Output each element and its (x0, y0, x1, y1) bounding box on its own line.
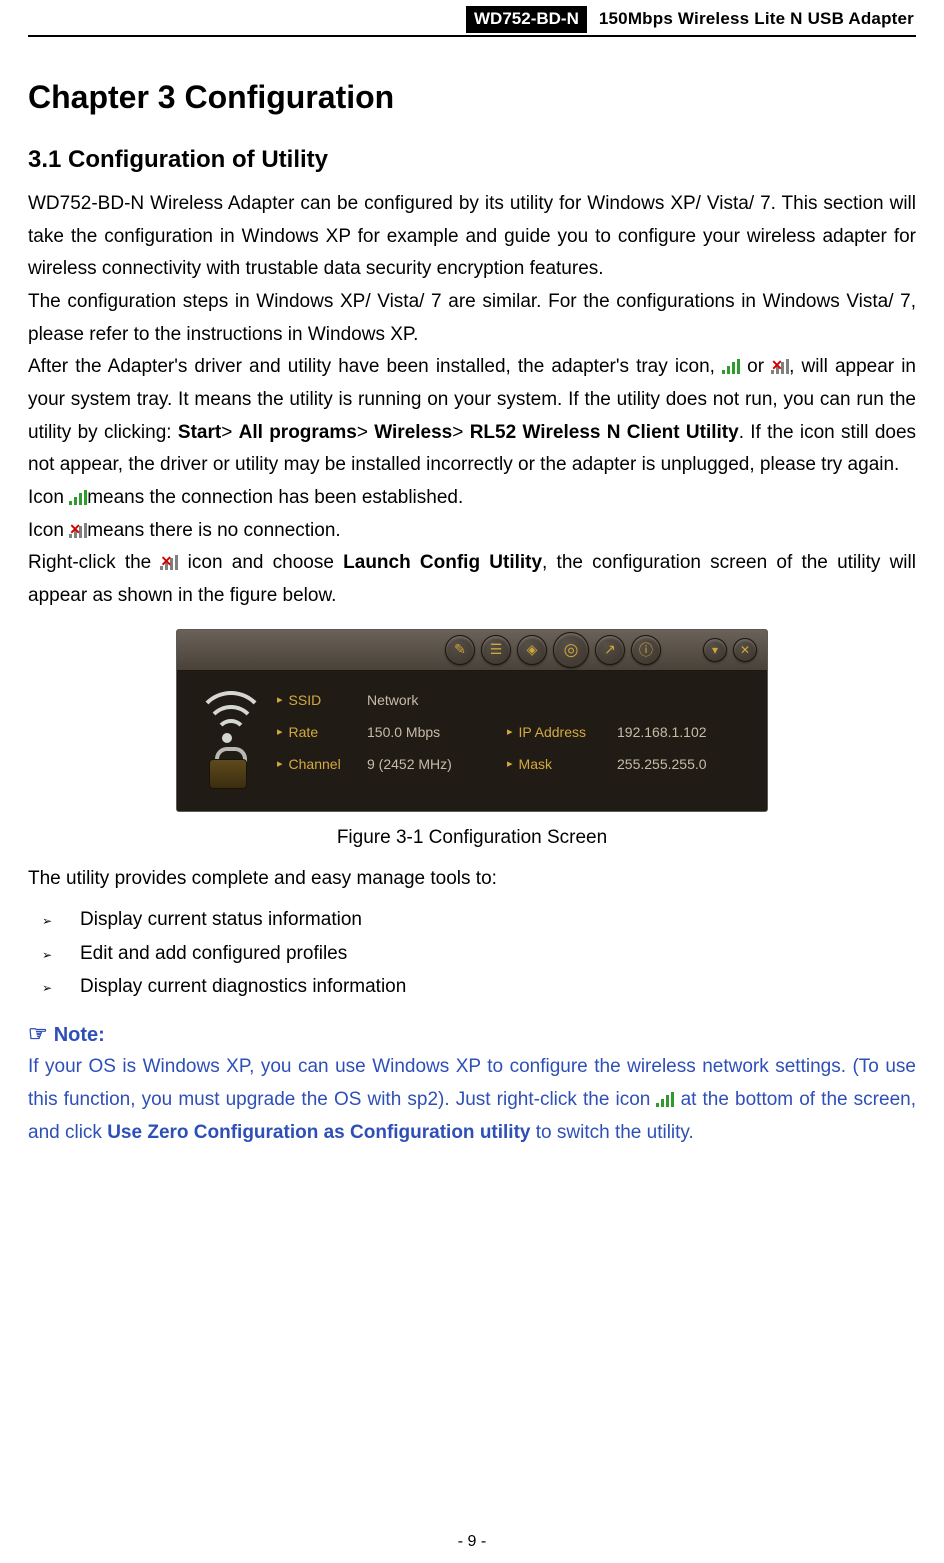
paragraph-text: means the connection has been establishe… (87, 487, 463, 508)
toolbar-button[interactable]: ✎ (445, 635, 475, 665)
ssid-label: SSID (277, 689, 367, 711)
bold-text: RL52 Wireless N Client Utility (470, 422, 739, 443)
close-button[interactable]: ✕ (733, 638, 757, 662)
body-text: WD752-BD-N Wireless Adapter can be confi… (28, 188, 916, 613)
list-item: Edit and add configured profiles (56, 937, 916, 970)
note-heading: ☞ Note: (28, 1021, 916, 1047)
paragraph-text: > (221, 422, 238, 443)
rate-value: 150.0 Mbps (367, 721, 507, 743)
wifi-status-icon (177, 671, 277, 811)
mask-label: Mask (507, 753, 617, 775)
channel-label: Channel (277, 753, 367, 775)
section-title: 3.1 Configuration of Utility (28, 146, 916, 174)
toolbar-button[interactable]: ◈ (517, 635, 547, 665)
bold-text: Wireless (374, 422, 452, 443)
tools-list: Display current status information Edit … (28, 903, 916, 1003)
page-header: WD752-BD-N 150Mbps Wireless Lite N USB A… (28, 0, 916, 37)
paragraph-text: or (740, 356, 771, 377)
paragraph-text: Icon (28, 487, 69, 508)
pointing-hand-icon: ☞ (28, 1021, 48, 1046)
signal-disconnected-icon: ✕ (69, 523, 87, 538)
maximize-button[interactable]: ▾ (703, 638, 727, 662)
header-model-box: WD752-BD-N (466, 6, 587, 33)
header-description: 150Mbps Wireless Lite N USB Adapter (597, 6, 916, 32)
toolbar-button[interactable]: ◎ (553, 632, 589, 668)
toolbar-button[interactable]: ☰ (481, 635, 511, 665)
paragraph-text: icon and choose (178, 552, 343, 573)
page-number: - 9 - (0, 1533, 944, 1551)
paragraph-text: means there is no connection. (87, 520, 341, 541)
configuration-screenshot: ✎ ☰ ◈ ◎ ↗ ⓘ ▾ ✕ (28, 629, 916, 849)
utility-window: ✎ ☰ ◈ ◎ ↗ ⓘ ▾ ✕ (176, 629, 768, 812)
channel-value: 9 (2452 MHz) (367, 753, 507, 775)
list-item: Display current status information (56, 903, 916, 936)
rate-label: Rate (277, 721, 367, 743)
paragraph-text: Right-click the (28, 552, 160, 573)
signal-connected-icon (69, 490, 87, 505)
signal-connected-icon (656, 1092, 674, 1107)
paragraph-text: WD752-BD-N Wireless Adapter can be confi… (28, 193, 916, 279)
list-item: Display current diagnostics information (56, 970, 916, 1003)
chapter-title: Chapter 3 Configuration (28, 79, 916, 116)
paragraph-text: After the Adapter's driver and utility h… (28, 356, 722, 377)
utility-titlebar: ✎ ☰ ◈ ◎ ↗ ⓘ ▾ ✕ (177, 630, 767, 671)
paragraph-text: The configuration steps in Windows XP/ V… (28, 291, 916, 345)
signal-disconnected-icon: ✕ (160, 555, 178, 570)
bold-text: Launch Config Utility (343, 552, 542, 573)
mask-value: 255.255.255.0 (617, 753, 757, 775)
utility-body: SSID Rate Channel Network 150.0 Mbps 9 (… (177, 671, 767, 811)
note-body: If your OS is Windows XP, you can use Wi… (28, 1051, 916, 1149)
ssid-value: Network (367, 689, 507, 711)
paragraph-text: > (452, 422, 469, 443)
toolbar-button[interactable]: ⓘ (631, 635, 661, 665)
tools-intro: The utility provides complete and easy m… (28, 863, 916, 896)
signal-connected-icon (722, 359, 740, 374)
note-label: Note: (54, 1024, 105, 1046)
lock-icon (209, 747, 245, 783)
figure-caption: Figure 3-1 Configuration Screen (28, 827, 916, 849)
bold-text: Start (178, 422, 221, 443)
toolbar-button[interactable]: ↗ (595, 635, 625, 665)
ip-value: 192.168.1.102 (617, 721, 757, 743)
signal-disconnected-icon: ✕ (771, 359, 789, 374)
ip-label: IP Address (507, 721, 617, 743)
paragraph-text: Icon (28, 520, 69, 541)
note-text: to switch the utility. (530, 1122, 693, 1143)
paragraph-text: > (357, 422, 374, 443)
bold-text: All programs (239, 422, 357, 443)
bold-text: Use Zero Configuration as Configuration … (107, 1122, 530, 1143)
